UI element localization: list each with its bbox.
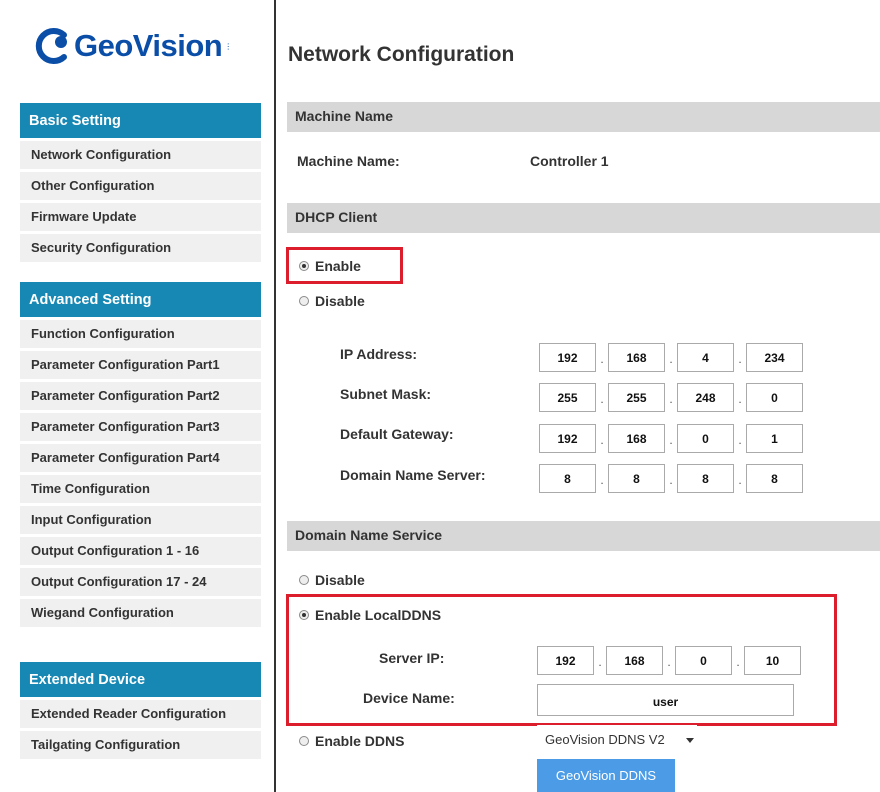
geovision-ddns-button[interactable]: GeoVision DDNS xyxy=(537,759,675,792)
dhcp-enable-option[interactable]: Enable xyxy=(299,258,361,274)
sidebar-item-output-configuration-1-16[interactable]: Output Configuration 1 - 16 xyxy=(20,534,261,565)
dns-server-octet-4[interactable]: 8 xyxy=(746,464,803,493)
dns-disable-option[interactable]: Disable xyxy=(299,572,365,588)
sidebar-item-parameter-part4[interactable]: Parameter Configuration Part4 xyxy=(20,441,261,472)
section-domain-name-service: Domain Name Service xyxy=(287,521,880,551)
sidebar-item-parameter-part1[interactable]: Parameter Configuration Part1 xyxy=(20,348,261,379)
dns-server-input: 8. 8. 8. 8 xyxy=(539,462,803,495)
subnet-mask-octet-3[interactable]: 248 xyxy=(677,383,734,412)
sidebar-header-extended: Extended Device xyxy=(20,662,261,697)
sidebar-item-function-configuration[interactable]: Function Configuration xyxy=(20,317,261,348)
sidebar-item-security-configuration[interactable]: Security Configuration xyxy=(20,231,261,262)
device-name-input[interactable]: user xyxy=(537,684,794,716)
main-content: Network Configuration Machine Name Machi… xyxy=(277,0,880,792)
sidebar-item-input-configuration[interactable]: Input Configuration xyxy=(20,503,261,534)
dns-server-octet-2[interactable]: 8 xyxy=(608,464,665,493)
server-ip-input: 192. 168. 0. 10 xyxy=(537,644,801,677)
basic-setting-group: Basic Setting Network Configuration Othe… xyxy=(20,103,261,262)
sidebar-item-other-configuration[interactable]: Other Configuration xyxy=(20,169,261,200)
sidebar-item-extended-reader-configuration[interactable]: Extended Reader Configuration xyxy=(20,697,261,728)
ip-address-input: 192. 168. 4. 234 xyxy=(539,341,803,374)
dhcp-disable-label: Disable xyxy=(315,293,365,309)
server-ip-octet-4[interactable]: 10 xyxy=(744,646,801,675)
local-ddns-option[interactable]: Enable LocalDDNS xyxy=(299,607,441,623)
ip-address-octet-4[interactable]: 234 xyxy=(746,343,803,372)
server-ip-octet-1[interactable]: 192 xyxy=(537,646,594,675)
sidebar-item-tailgating-configuration[interactable]: Tailgating Configuration xyxy=(20,728,261,759)
trademark-mark: ⋮ xyxy=(224,41,233,51)
default-gateway-octet-3[interactable]: 0 xyxy=(677,424,734,453)
subnet-mask-octet-2[interactable]: 255 xyxy=(608,383,665,412)
default-gateway-octet-1[interactable]: 192 xyxy=(539,424,596,453)
ddns-option[interactable]: Enable DDNS xyxy=(299,733,404,749)
advanced-setting-group: Advanced Setting Function Configuration … xyxy=(20,282,261,627)
geovision-logo: GeoVision ⋮ xyxy=(34,26,232,66)
geovision-logo-icon xyxy=(34,27,72,65)
sidebar-item-firmware-update[interactable]: Firmware Update xyxy=(20,200,261,231)
subnet-mask-label: Subnet Mask: xyxy=(340,386,432,402)
ip-address-octet-3[interactable]: 4 xyxy=(677,343,734,372)
server-ip-octet-3[interactable]: 0 xyxy=(675,646,732,675)
ip-address-octet-2[interactable]: 168 xyxy=(608,343,665,372)
dhcp-enable-label: Enable xyxy=(315,258,361,274)
sidebar-item-network-configuration[interactable]: Network Configuration xyxy=(20,138,261,169)
sidebar-item-output-configuration-17-24[interactable]: Output Configuration 17 - 24 xyxy=(20,565,261,596)
dhcp-disable-radio[interactable] xyxy=(299,296,309,306)
ip-address-label: IP Address: xyxy=(340,346,418,362)
server-ip-label: Server IP: xyxy=(379,650,445,666)
subnet-mask-octet-4[interactable]: 0 xyxy=(746,383,803,412)
section-machine-name: Machine Name xyxy=(287,102,880,132)
dns-disable-radio[interactable] xyxy=(299,575,309,585)
sidebar-header-advanced: Advanced Setting xyxy=(20,282,261,317)
dns-server-octet-3[interactable]: 8 xyxy=(677,464,734,493)
sidebar-item-parameter-part2[interactable]: Parameter Configuration Part2 xyxy=(20,379,261,410)
sidebar-item-wiegand-configuration[interactable]: Wiegand Configuration xyxy=(20,596,261,627)
sidebar-header-basic: Basic Setting xyxy=(20,103,261,138)
local-ddns-radio[interactable] xyxy=(299,610,309,620)
dns-server-octet-1[interactable]: 8 xyxy=(539,464,596,493)
chevron-down-icon xyxy=(686,738,694,743)
server-ip-octet-2[interactable]: 168 xyxy=(606,646,663,675)
sidebar-item-time-configuration[interactable]: Time Configuration xyxy=(20,472,261,503)
dhcp-enable-radio[interactable] xyxy=(299,261,309,271)
section-dhcp-client: DHCP Client xyxy=(287,203,880,233)
machine-name-value: Controller 1 xyxy=(530,153,609,169)
default-gateway-octet-2[interactable]: 168 xyxy=(608,424,665,453)
default-gateway-octet-4[interactable]: 1 xyxy=(746,424,803,453)
ip-address-octet-1[interactable]: 192 xyxy=(539,343,596,372)
extended-device-group: Extended Device Extended Reader Configur… xyxy=(20,662,261,759)
default-gateway-input: 192. 168. 0. 1 xyxy=(539,422,803,455)
dns-disable-label: Disable xyxy=(315,572,365,588)
dhcp-disable-option[interactable]: Disable xyxy=(299,293,365,309)
device-name-label: Device Name: xyxy=(363,690,455,706)
local-ddns-label: Enable LocalDDNS xyxy=(315,607,442,623)
ddns-radio[interactable] xyxy=(299,736,309,746)
dns-server-label: Domain Name Server: xyxy=(340,467,486,483)
subnet-mask-octet-1[interactable]: 255 xyxy=(539,383,596,412)
ddns-provider-value: GeoVision DDNS V2 xyxy=(545,732,665,747)
ddns-provider-select[interactable]: GeoVision DDNS V2 xyxy=(537,725,697,755)
page-title: Network Configuration xyxy=(288,43,515,66)
sidebar-item-parameter-part3[interactable]: Parameter Configuration Part3 xyxy=(20,410,261,441)
ddns-label: Enable DDNS xyxy=(315,733,405,749)
default-gateway-label: Default Gateway: xyxy=(340,426,454,442)
logo-wordmark: GeoVision xyxy=(74,28,223,63)
machine-name-label: Machine Name: xyxy=(297,153,400,169)
subnet-mask-input: 255. 255. 248. 0 xyxy=(539,381,803,414)
sidebar: GeoVision ⋮ Basic Setting Network Config… xyxy=(0,0,276,792)
